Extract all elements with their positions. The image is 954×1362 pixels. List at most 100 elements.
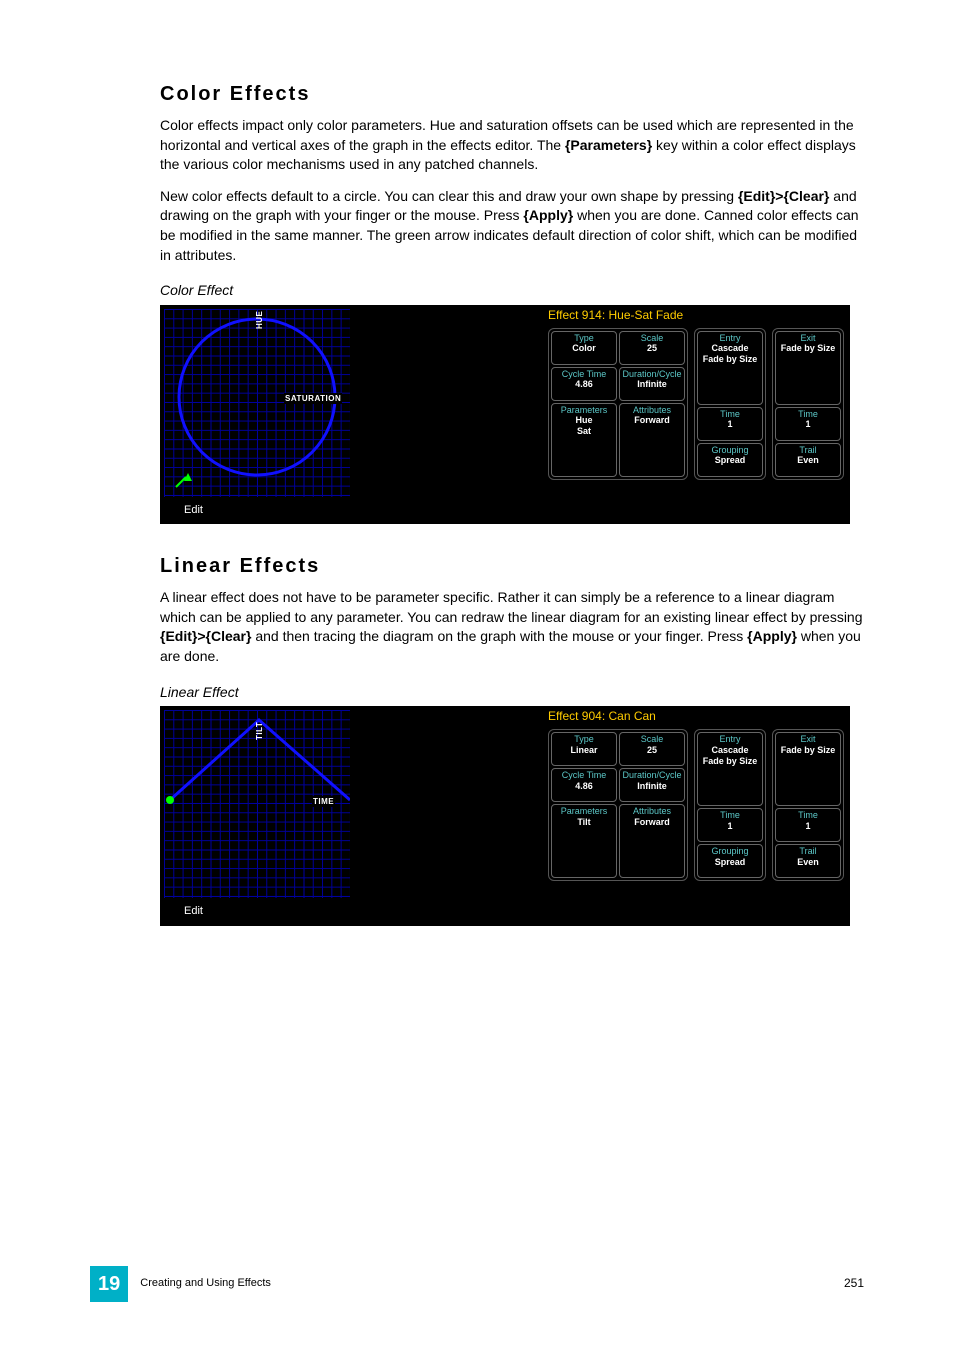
color-graph[interactable]: HUE SATURATION xyxy=(164,309,350,497)
color-effects-p2: New color effects default to a circle. Y… xyxy=(160,187,864,265)
edit-button[interactable]: Edit xyxy=(160,497,850,524)
cell-value: Fade by Size xyxy=(778,745,838,756)
cell-value: 25 xyxy=(622,343,682,354)
cell-label: Exit xyxy=(778,333,838,344)
cell-value: Even xyxy=(778,857,838,868)
cell-label: Type xyxy=(554,333,614,344)
cell-value: Fade by Size xyxy=(700,756,760,767)
parameters-cell[interactable]: Parameters Hue Sat xyxy=(551,403,617,477)
type-cell[interactable]: Type Color xyxy=(551,331,617,365)
apply-key: {Apply} xyxy=(747,628,797,644)
apply-key: {Apply} xyxy=(523,207,573,223)
cell-label: Cycle Time xyxy=(554,770,614,781)
cell-label: Duration/Cycle xyxy=(622,369,682,380)
duration-cell[interactable]: Duration/Cycle Infinite xyxy=(619,768,685,802)
cell-value: Sat xyxy=(554,426,614,437)
scale-cell[interactable]: Scale 25 xyxy=(619,732,685,766)
color-effects-heading: Color Effects xyxy=(160,80,864,108)
linear-effect-caption: Linear Effect xyxy=(160,683,864,703)
hue-axis-label: HUE xyxy=(254,310,265,328)
color-effects-p1: Color effects impact only color paramete… xyxy=(160,116,864,175)
effect-title: Effect 904: Can Can xyxy=(548,708,844,729)
cell-value: Tilt xyxy=(554,817,614,828)
edit-clear-key: {Edit}>{Clear} xyxy=(738,188,829,204)
cycle-time-cell[interactable]: Cycle Time 4.86 xyxy=(551,367,617,401)
cell-value: Cascade xyxy=(700,745,760,756)
type-cell[interactable]: Type Linear xyxy=(551,732,617,766)
cell-label: Attributes xyxy=(622,405,682,416)
cell-value: Spread xyxy=(700,857,760,868)
time-cell-2[interactable]: Time 1 xyxy=(775,808,841,842)
cell-label: Entry xyxy=(700,734,760,745)
cell-label: Parameters xyxy=(554,806,614,817)
cell-label: Trail xyxy=(778,846,838,857)
cell-value: Even xyxy=(778,455,838,466)
cell-label: Parameters xyxy=(554,405,614,416)
linear-effects-p1: A linear effect does not have to be para… xyxy=(160,588,864,666)
edit-button[interactable]: Edit xyxy=(160,898,850,925)
chapter-title: Creating and Using Effects xyxy=(140,1276,844,1291)
linear-effect-properties: Effect 904: Can Can Type Linear Cycle Ti… xyxy=(542,706,850,898)
cell-label: Exit xyxy=(778,734,838,745)
text: New color effects default to a circle. Y… xyxy=(160,188,738,204)
time-cell-2[interactable]: Time 1 xyxy=(775,407,841,441)
edit-clear-key: {Edit}>{Clear} xyxy=(160,628,251,644)
cell-label: Time xyxy=(700,810,760,821)
time-cell[interactable]: Time 1 xyxy=(697,808,763,842)
color-effect-properties: Effect 914: Hue-Sat Fade Type Color Cycl… xyxy=(542,305,850,497)
linear-effects-heading: Linear Effects xyxy=(160,552,864,580)
entry-cell[interactable]: Entry Cascade Fade by Size xyxy=(697,732,763,806)
cell-value: Infinite xyxy=(622,781,682,792)
exit-cell[interactable]: Exit Fade by Size xyxy=(775,331,841,405)
time-cell[interactable]: Time 1 xyxy=(697,407,763,441)
cell-value: 4.86 xyxy=(554,781,614,792)
cell-value: 1 xyxy=(778,419,838,430)
cell-value: Hue xyxy=(554,415,614,426)
cell-value: Cascade xyxy=(700,343,760,354)
time-axis-label: TIME xyxy=(312,796,335,807)
cell-label: Scale xyxy=(622,333,682,344)
chapter-badge: 19 xyxy=(90,1266,128,1302)
cell-value: Spread xyxy=(700,455,760,466)
page-footer: 19 Creating and Using Effects 251 xyxy=(90,1266,864,1302)
grouping-cell[interactable]: Grouping Spread xyxy=(697,844,763,878)
cell-value: 25 xyxy=(622,745,682,756)
cell-label: Time xyxy=(778,810,838,821)
saturation-axis-label: SATURATION xyxy=(284,393,342,404)
parameters-key: {Parameters} xyxy=(565,137,652,153)
entry-cell[interactable]: Entry Cascade Fade by Size xyxy=(697,331,763,405)
cell-value: 1 xyxy=(700,821,760,832)
color-effect-caption: Color Effect xyxy=(160,281,864,301)
cell-label: Grouping xyxy=(700,445,760,456)
cell-value: Forward xyxy=(622,817,682,828)
cell-value: 1 xyxy=(700,419,760,430)
cell-value: Fade by Size xyxy=(778,343,838,354)
cell-label: Duration/Cycle xyxy=(622,770,682,781)
trail-cell[interactable]: Trail Even xyxy=(775,844,841,878)
cell-label: Time xyxy=(778,409,838,420)
scale-cell[interactable]: Scale 25 xyxy=(619,331,685,365)
attributes-cell[interactable]: Attributes Forward xyxy=(619,804,685,878)
cell-value: Color xyxy=(554,343,614,354)
cell-label: Trail xyxy=(778,445,838,456)
cell-label: Time xyxy=(700,409,760,420)
linear-effect-panel: TILT TIME Effect 904: Can Can Type Linea… xyxy=(160,706,850,925)
parameters-cell[interactable]: Parameters Tilt xyxy=(551,804,617,878)
cell-value: 1 xyxy=(778,821,838,832)
cycle-time-cell[interactable]: Cycle Time 4.86 xyxy=(551,768,617,802)
cell-value: Linear xyxy=(554,745,614,756)
cell-label: Type xyxy=(554,734,614,745)
cell-value: Fade by Size xyxy=(700,354,760,365)
cell-label: Grouping xyxy=(700,846,760,857)
duration-cell[interactable]: Duration/Cycle Infinite xyxy=(619,367,685,401)
cell-label: Entry xyxy=(700,333,760,344)
attributes-cell[interactable]: Attributes Forward xyxy=(619,403,685,477)
trail-cell[interactable]: Trail Even xyxy=(775,443,841,477)
exit-cell[interactable]: Exit Fade by Size xyxy=(775,732,841,806)
grouping-cell[interactable]: Grouping Spread xyxy=(697,443,763,477)
cell-label: Attributes xyxy=(622,806,682,817)
text: and then tracing the diagram on the grap… xyxy=(251,628,747,644)
cell-value: Infinite xyxy=(622,379,682,390)
tilt-axis-label: TILT xyxy=(254,722,265,740)
linear-graph[interactable]: TILT TIME xyxy=(164,710,350,898)
